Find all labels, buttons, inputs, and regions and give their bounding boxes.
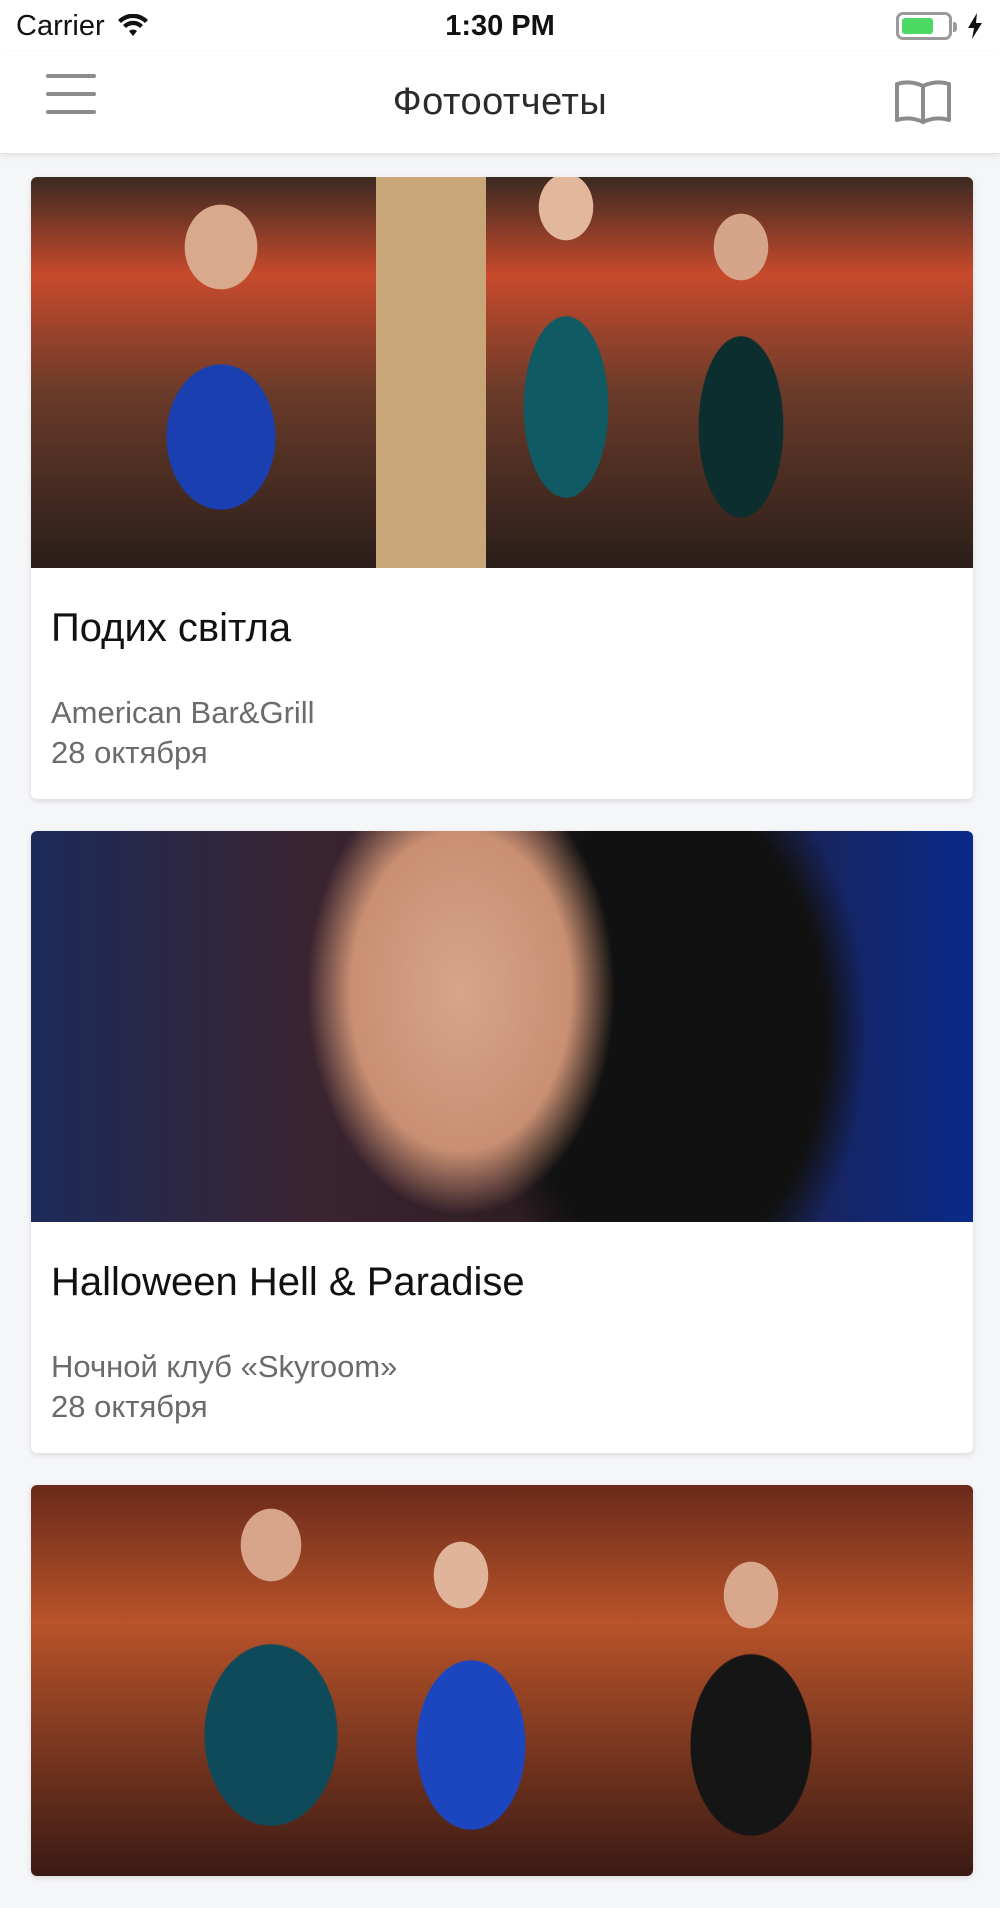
report-card[interactable]: Halloween Hell & Paradise Ночной клуб «S… [31,831,973,1453]
event-photo [31,177,973,568]
report-card[interactable]: Подих світла American Bar&Grill 28 октяб… [31,177,973,799]
card-body: Подих світла American Bar&Grill 28 октяб… [31,568,973,799]
page-title: Фотоотчеты [392,81,608,123]
status-time: 1:30 PM [445,9,555,42]
report-title: Halloween Hell & Paradise [51,1260,525,1304]
hamburger-menu-icon[interactable] [46,72,96,116]
photo-report-feed: Подих світла American Bar&Grill 28 октяб… [31,177,973,1908]
report-venue: American Bar&Grill [51,695,315,730]
event-photo [31,1485,973,1876]
navigation-bar: Фотоотчеты [0,52,1000,154]
book-icon[interactable] [894,76,952,126]
report-date: 28 октября [51,1389,208,1424]
report-date: 28 октября [51,735,208,770]
event-photo [31,831,973,1222]
report-card[interactable] [31,1485,973,1876]
report-venue: Ночной клуб «Skyroom» [51,1349,398,1384]
report-title: Подих світла [51,606,292,650]
battery-icon [896,12,957,40]
card-body: Halloween Hell & Paradise Ночной клуб «S… [31,1222,973,1453]
status-bar: Carrier 1:30 PM [0,0,1000,52]
